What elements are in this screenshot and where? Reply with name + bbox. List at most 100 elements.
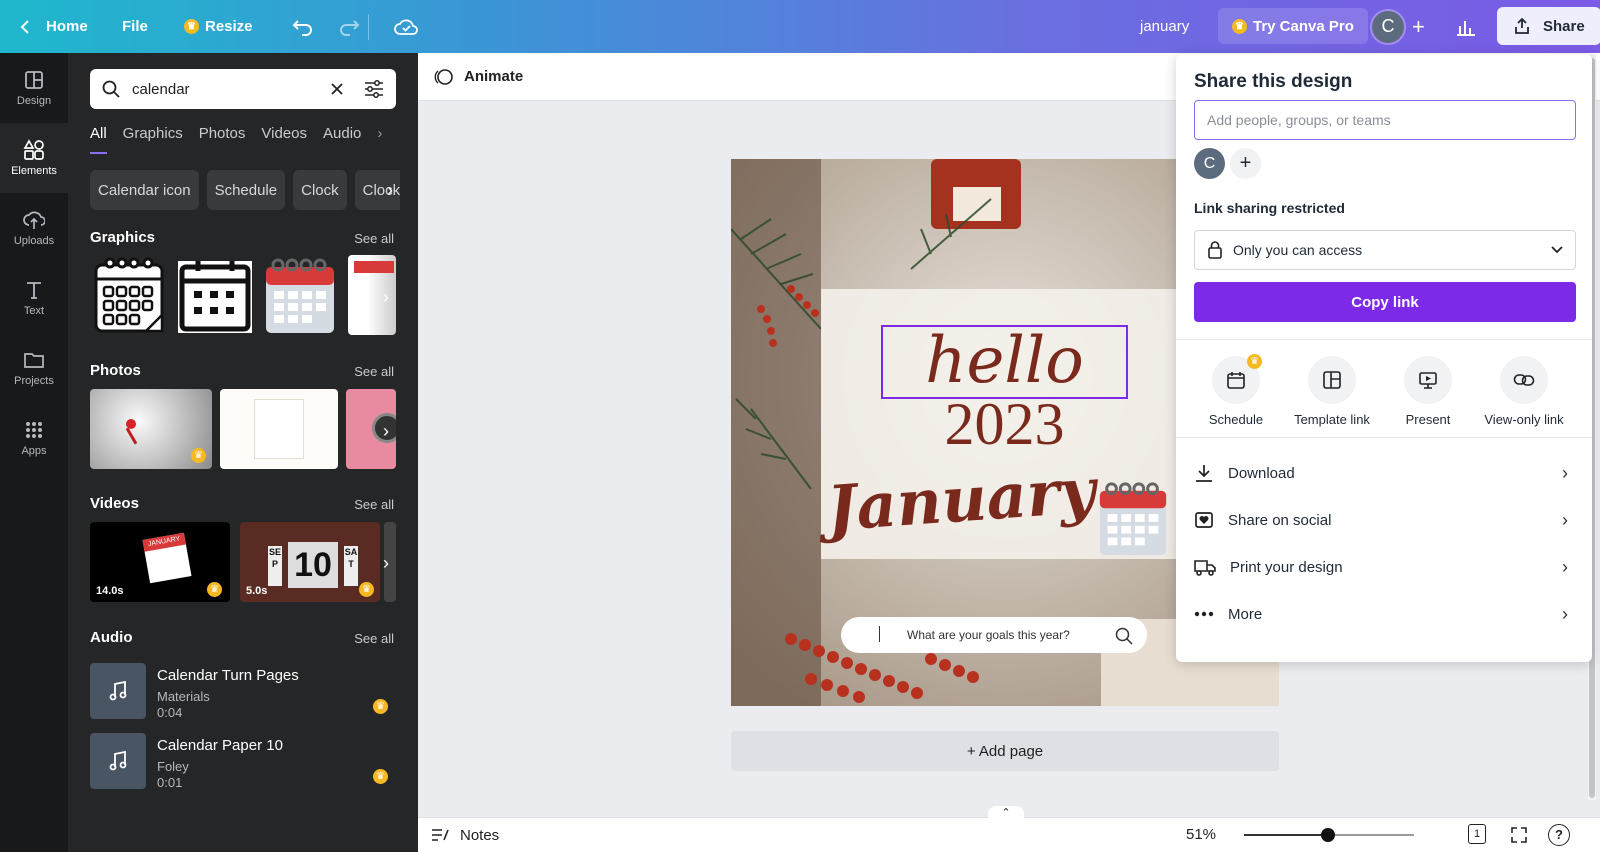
view-only-link-option[interactable]: View-only link — [1476, 356, 1572, 427]
graphic-calendar-outline[interactable] — [92, 255, 168, 335]
suggestion-chips: Calendar icon Schedule Clock Clock — [90, 170, 400, 210]
zoom-slider-thumb[interactable] — [1321, 828, 1335, 842]
goals-search-bar[interactable]: What are your goals this year? — [841, 617, 1147, 653]
audio-item[interactable]: Calendar Turn Pages Materials 0:04 ♛ — [90, 663, 400, 720]
add-page-button[interactable]: + Add page — [731, 731, 1279, 771]
photos-see-all[interactable]: See all — [354, 364, 394, 379]
audio-see-all[interactable]: See all — [354, 631, 394, 646]
add-people-input[interactable]: Add people, groups, or teams — [1194, 100, 1576, 140]
truck-icon — [1194, 560, 1216, 576]
photo-calendar-pin[interactable]: ♛ — [90, 389, 212, 469]
chevron-down-icon — [1551, 246, 1563, 254]
tab-graphics[interactable]: Graphics — [123, 125, 183, 154]
design-title[interactable]: january — [1140, 0, 1189, 53]
print-design-row[interactable]: Print your design › — [1194, 544, 1576, 590]
zoom-level[interactable]: 51% — [1186, 826, 1216, 843]
rail-item-uploads[interactable]: Uploads — [0, 193, 68, 263]
undo-button[interactable] — [292, 0, 314, 53]
divider — [1176, 339, 1592, 340]
graphics-next-arrow[interactable]: › — [374, 285, 398, 309]
present-option[interactable]: Present — [1380, 356, 1476, 427]
schedule-option[interactable]: ♛ Schedule — [1188, 354, 1284, 427]
rail-item-projects[interactable]: Projects — [0, 333, 68, 403]
copy-link-button[interactable]: Copy link — [1194, 282, 1576, 322]
filter-icon[interactable] — [364, 80, 384, 98]
zoom-slider[interactable] — [1244, 828, 1414, 842]
clear-icon[interactable] — [330, 82, 344, 96]
heart-social-icon — [1195, 512, 1213, 528]
graphic-calendar-red[interactable] — [264, 255, 336, 335]
video-january[interactable]: JANUARY 14.0s ♛ — [90, 522, 230, 602]
elements-icon — [23, 139, 44, 160]
template-link-option[interactable]: Template link — [1284, 356, 1380, 427]
file-menu-button[interactable]: File — [122, 0, 148, 53]
search-box[interactable]: calendar — [90, 69, 396, 109]
plus-icon: + — [1239, 152, 1252, 174]
chip-calendar-icon[interactable]: Calendar icon — [90, 170, 199, 210]
access-dropdown[interactable]: Only you can access — [1194, 230, 1576, 270]
crown-icon: ♛ — [1232, 18, 1247, 34]
music-note-icon — [90, 733, 146, 789]
expand-pages-button[interactable]: ⌃ — [988, 806, 1024, 820]
more-dots-icon — [1194, 611, 1214, 617]
audio-item[interactable]: Calendar Paper 10 Foley 0:01 ♛ — [90, 733, 400, 790]
template-link-label: Template link — [1294, 412, 1370, 427]
chip-clock[interactable]: Clock — [293, 170, 347, 210]
design-title-text: january — [1140, 18, 1190, 35]
chevron-right-icon: › — [1562, 509, 1568, 530]
chips-next-arrow[interactable]: › — [378, 178, 402, 202]
invite-plus-button[interactable]: + — [1412, 0, 1425, 53]
home-button[interactable]: Home — [18, 0, 88, 53]
print-design-label: Print your design — [1230, 558, 1343, 576]
try-pro-button[interactable]: ♛ Try Canva Pro — [1218, 8, 1368, 44]
rail-item-elements[interactable]: Elements — [0, 123, 68, 193]
photos-next-arrow[interactable]: › — [374, 419, 398, 443]
rail-item-design[interactable]: Design — [0, 53, 68, 123]
videos-see-all[interactable]: See all — [354, 497, 394, 512]
tab-all[interactable]: All — [90, 125, 107, 154]
schedule-label: Schedule — [1208, 412, 1264, 427]
help-button[interactable]: ? — [1548, 824, 1570, 846]
tab-audio[interactable]: Audio — [323, 125, 361, 154]
calendar-red-icon[interactable] — [1097, 479, 1169, 557]
rail-item-text[interactable]: Text — [0, 263, 68, 333]
fullscreen-icon[interactable] — [1510, 826, 1528, 844]
chip-schedule[interactable]: Schedule — [206, 170, 286, 210]
graphic-calendar-solid[interactable] — [176, 255, 254, 335]
videos-next-arrow[interactable]: › — [374, 551, 398, 575]
tab-videos[interactable]: Videos — [261, 125, 307, 154]
animate-icon — [434, 68, 453, 85]
search-input[interactable]: calendar — [132, 81, 330, 98]
animate-button[interactable]: Animate — [434, 67, 523, 87]
account-avatar[interactable]: C — [1370, 8, 1406, 45]
redo-button[interactable] — [338, 0, 360, 53]
videos-heading: Videos — [90, 495, 139, 512]
graphics-heading: Graphics — [90, 229, 156, 246]
resize-button[interactable]: ♛ Resize — [184, 0, 253, 53]
share-button[interactable]: Share — [1497, 7, 1600, 45]
audio-duration: 0:04 — [157, 705, 183, 720]
plus-icon: + — [1412, 13, 1425, 39]
crown-icon: ♛ — [184, 19, 199, 34]
year-text[interactable]: 2023 — [881, 389, 1128, 459]
download-row[interactable]: Download › — [1194, 450, 1576, 496]
photo-desk-calendar[interactable] — [220, 389, 338, 469]
graphics-see-all[interactable]: See all — [354, 231, 394, 246]
rail-item-apps[interactable]: Apps — [0, 403, 68, 473]
member-avatar[interactable]: C — [1194, 148, 1225, 179]
view-only-link-label: View-only link — [1484, 412, 1564, 427]
insights-button[interactable] — [1455, 0, 1477, 53]
page-count-button[interactable]: 1 — [1468, 824, 1486, 844]
share-on-social-row[interactable]: Share on social › — [1194, 497, 1576, 543]
more-label: More — [1228, 605, 1263, 623]
more-row[interactable]: More › — [1194, 591, 1576, 637]
tab-photos[interactable]: Photos — [199, 125, 246, 154]
add-member-button[interactable]: + — [1230, 148, 1261, 179]
video-sep-10[interactable]: SEP 10 SAT 5.0s ♛ — [240, 522, 380, 602]
try-pro-label: Try Canva Pro — [1253, 17, 1354, 35]
tabs-next-icon[interactable]: › — [377, 125, 382, 154]
save-status-button[interactable] — [394, 0, 418, 53]
notes-button[interactable]: Notes — [430, 818, 499, 852]
month-text[interactable]: January — [825, 453, 1098, 550]
audio-title: Calendar Paper 10 — [157, 737, 283, 754]
